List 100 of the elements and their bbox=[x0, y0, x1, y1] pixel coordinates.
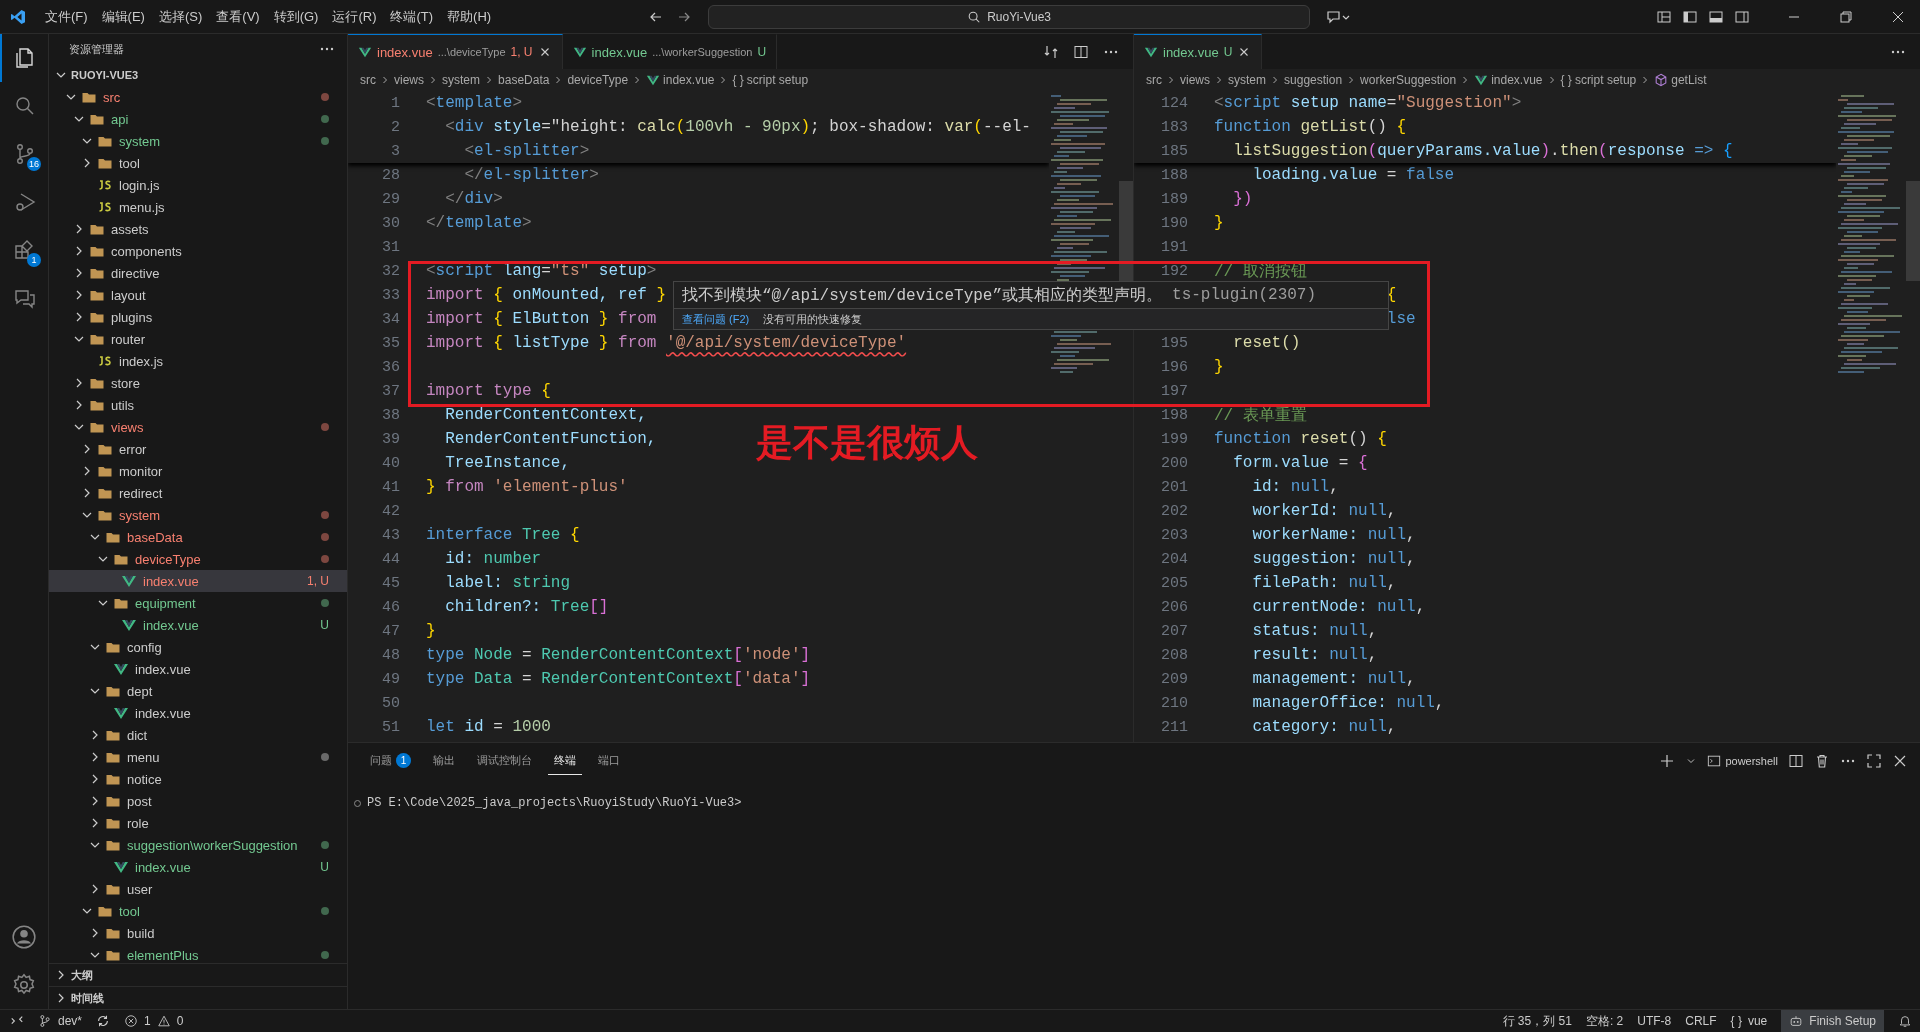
title-menu[interactable]: 运行(R) bbox=[325, 7, 384, 26]
tree-item[interactable]: build bbox=[49, 922, 347, 944]
scrollbar-thumb[interactable] bbox=[1906, 181, 1920, 281]
tree-item[interactable]: user bbox=[49, 878, 347, 900]
breadcrumb-item[interactable]: src bbox=[360, 73, 376, 87]
status-item[interactable]: CRLF bbox=[1685, 1014, 1717, 1028]
panel-tab[interactable]: 调试控制台 bbox=[471, 746, 538, 775]
breadcrumb-item[interactable]: system bbox=[1228, 73, 1267, 87]
tree-item[interactable]: tool bbox=[49, 900, 347, 922]
problems-status[interactable]: 1 0 bbox=[124, 1014, 184, 1028]
secondary-sidebar-icon[interactable] bbox=[1734, 8, 1750, 25]
tree-item[interactable]: dept bbox=[49, 680, 347, 702]
tree-item[interactable]: index.vue bbox=[49, 658, 347, 680]
breadcrumb-item[interactable]: system bbox=[442, 73, 481, 87]
tree-item[interactable]: notice bbox=[49, 768, 347, 790]
maximize-icon[interactable] bbox=[1866, 752, 1882, 769]
panel-tab[interactable]: 问题 1 bbox=[364, 746, 417, 775]
status-item[interactable]: UTF-8 bbox=[1637, 1014, 1672, 1028]
chat-icon[interactable] bbox=[1326, 8, 1351, 25]
tree-item[interactable]: login.js bbox=[49, 174, 347, 196]
tree-item[interactable]: index.vue U bbox=[49, 614, 347, 636]
tree-item[interactable]: system bbox=[49, 504, 347, 526]
restore-icon[interactable] bbox=[1838, 8, 1854, 25]
tree-item[interactable]: system bbox=[49, 130, 347, 152]
editor-tab[interactable]: index.vue ...\deviceType 1, U bbox=[348, 34, 563, 69]
compare-icon[interactable] bbox=[1043, 43, 1059, 60]
tree-item[interactable]: equipment bbox=[49, 592, 347, 614]
tree-item[interactable]: src bbox=[49, 86, 347, 108]
tree-item[interactable]: post bbox=[49, 790, 347, 812]
breadcrumb-item[interactable]: workerSuggestion bbox=[1360, 73, 1457, 87]
tree-item[interactable]: store bbox=[49, 372, 347, 394]
command-center[interactable]: RuoYi-Vue3 bbox=[708, 4, 1311, 29]
tree-item[interactable]: redirect bbox=[49, 482, 347, 504]
section-header[interactable]: 大纲 bbox=[49, 963, 347, 986]
section-header[interactable]: 时间线 bbox=[49, 986, 347, 1009]
tree-item[interactable]: plugins bbox=[49, 306, 347, 328]
tree-item[interactable]: error bbox=[49, 438, 347, 460]
tree-item[interactable]: utils bbox=[49, 394, 347, 416]
tree-item[interactable]: views bbox=[49, 416, 347, 438]
tree-item[interactable]: deviceType bbox=[49, 548, 347, 570]
breadcrumb-item[interactable]: deviceType bbox=[567, 73, 629, 87]
title-menu[interactable]: 查看(V) bbox=[209, 7, 267, 26]
title-menu[interactable]: 帮助(H) bbox=[440, 7, 499, 26]
breadcrumb-item[interactable]: baseData bbox=[498, 73, 550, 87]
tree-item[interactable]: assets bbox=[49, 218, 347, 240]
split-terminal-icon[interactable] bbox=[1788, 752, 1804, 769]
scrollbar-thumb[interactable] bbox=[1119, 181, 1133, 281]
status-item[interactable]: 行 35，列 51 bbox=[1502, 1012, 1572, 1030]
finish-setup-button[interactable]: Finish Setup bbox=[1781, 1010, 1884, 1032]
breadcrumb-item[interactable]: suggestion bbox=[1284, 73, 1343, 87]
tree-item[interactable]: suggestion\workerSuggestion bbox=[49, 834, 347, 856]
editor-tab[interactable]: index.vue U bbox=[1134, 34, 1263, 69]
split-editor-icon[interactable] bbox=[1073, 43, 1089, 60]
breadcrumb-item[interactable]: script setup bbox=[1574, 73, 1637, 87]
tree-item[interactable]: index.vue U bbox=[49, 856, 347, 878]
tree-item[interactable]: router bbox=[49, 328, 347, 350]
tree-item[interactable]: elementPlus bbox=[49, 944, 347, 963]
status-item[interactable]: 空格: 2 bbox=[1585, 1012, 1624, 1030]
tree-item[interactable]: baseData bbox=[49, 526, 347, 548]
activity-item[interactable]: 16 bbox=[0, 130, 48, 178]
tree-item[interactable]: menu bbox=[49, 746, 347, 768]
title-menu[interactable]: 文件(F) bbox=[38, 7, 95, 26]
bell-icon[interactable] bbox=[1898, 1014, 1912, 1028]
tree-item[interactable]: index.vue bbox=[49, 702, 347, 724]
workspace-header[interactable]: RUOYI-VUE3 bbox=[49, 64, 347, 86]
layout-icon[interactable] bbox=[1656, 8, 1672, 25]
sidebar-toggle-icon[interactable] bbox=[1682, 8, 1698, 25]
title-menu[interactable]: 编辑(E) bbox=[94, 7, 152, 26]
breadcrumb-item[interactable]: index.vue bbox=[1491, 73, 1543, 87]
tree-item[interactable]: role bbox=[49, 812, 347, 834]
trash-icon[interactable] bbox=[1814, 752, 1830, 769]
tree-item[interactable]: tool bbox=[49, 152, 347, 174]
tree-item[interactable]: index.vue 1, U bbox=[49, 570, 347, 592]
tree-item[interactable]: menu.js bbox=[49, 196, 347, 218]
tree-item[interactable]: components bbox=[49, 240, 347, 262]
activity-item[interactable]: 1 bbox=[0, 226, 48, 274]
tree-item[interactable]: dict bbox=[49, 724, 347, 746]
tree-item[interactable]: api bbox=[49, 108, 347, 130]
breadcrumb-item[interactable]: getList bbox=[1671, 73, 1707, 87]
panel-tab[interactable]: 输出 bbox=[427, 746, 461, 775]
tree-item[interactable]: monitor bbox=[49, 460, 347, 482]
sync-icon[interactable] bbox=[96, 1014, 111, 1028]
breadcrumb-item[interactable]: src bbox=[1146, 73, 1162, 87]
account-icon[interactable] bbox=[11, 924, 37, 950]
title-menu[interactable]: 转到(G) bbox=[266, 7, 326, 26]
title-menu[interactable]: 终端(T) bbox=[383, 7, 441, 26]
panel-tab[interactable]: 终端 bbox=[548, 746, 582, 775]
add-icon[interactable] bbox=[1659, 752, 1676, 769]
panel-tab[interactable]: 端口 bbox=[592, 746, 626, 775]
language-mode[interactable]: { } vue bbox=[1730, 1014, 1768, 1028]
breadcrumb-item[interactable]: views bbox=[1180, 73, 1210, 87]
branch-status[interactable]: dev* bbox=[38, 1014, 83, 1028]
panel-toggle-icon[interactable] bbox=[1708, 8, 1724, 25]
breadcrumb-item[interactable]: views bbox=[394, 73, 424, 87]
tree-item[interactable]: layout bbox=[49, 284, 347, 306]
breadcrumb-item[interactable]: index.vue bbox=[663, 73, 715, 87]
breadcrumb-item[interactable]: script setup bbox=[746, 73, 809, 87]
tree-item[interactable]: config bbox=[49, 636, 347, 658]
view-problem-link[interactable]: 查看问题 (F2) bbox=[682, 311, 750, 327]
tree-item[interactable]: index.js bbox=[49, 350, 347, 372]
